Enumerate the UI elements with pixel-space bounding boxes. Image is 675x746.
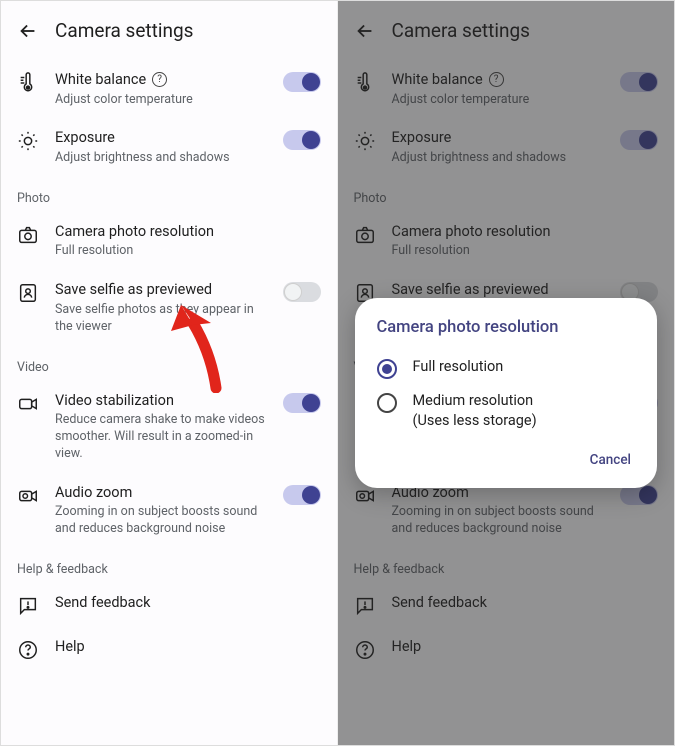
photo-resolution-sub: Full resolution <box>55 243 321 260</box>
radio-icon[interactable] <box>377 393 397 413</box>
page-title: Camera settings <box>55 19 193 42</box>
white-balance-sub: Adjust color temperature <box>55 92 269 109</box>
photo-resolution-dialog: Camera photo resolution Full resolution … <box>355 298 658 488</box>
radio-medium-label: Medium resolution (Uses less storage) <box>413 391 537 430</box>
help-circle-icon <box>17 637 41 661</box>
row-audio-zoom[interactable]: Audio zoom Zooming in on subject boosts … <box>1 473 337 548</box>
audio-zoom-toggle[interactable] <box>283 485 321 505</box>
section-help: Help & feedback <box>1 548 337 583</box>
video-stab-label: Video stabilization <box>55 391 174 411</box>
save-selfie-toggle[interactable] <box>283 282 321 302</box>
row-help[interactable]: Help <box>1 627 337 671</box>
video-stab-sub: Reduce camera shake to make videos smoot… <box>55 412 269 463</box>
radio-option-full[interactable]: Full resolution <box>377 351 640 385</box>
radio-full-label: Full resolution <box>413 357 504 377</box>
row-exposure[interactable]: Exposure Adjust brightness and shadows <box>1 118 337 176</box>
white-balance-toggle[interactable] <box>283 72 321 92</box>
row-send-feedback[interactable]: Send feedback <box>1 583 337 627</box>
radio-icon[interactable] <box>377 359 397 379</box>
back-arrow-icon[interactable] <box>17 20 39 42</box>
video-icon <box>17 391 41 415</box>
section-photo: Photo <box>1 177 337 212</box>
brightness-icon <box>17 128 41 152</box>
help-icon[interactable]: ? <box>152 72 167 87</box>
radio-option-medium[interactable]: Medium resolution (Uses less storage) <box>377 385 640 436</box>
cancel-button[interactable]: Cancel <box>582 446 639 474</box>
row-photo-resolution[interactable]: Camera photo resolution Full resolution <box>1 212 337 270</box>
header: Camera settings <box>1 1 337 60</box>
exposure-toggle[interactable] <box>283 130 321 150</box>
white-balance-label: White balance ? <box>55 70 269 90</box>
camera-icon <box>17 222 41 246</box>
audio-zoom-sub: Zooming in on subject boosts sound and r… <box>55 504 269 538</box>
save-selfie-label: Save selfie as previewed <box>55 280 212 300</box>
row-video-stabilization[interactable]: Video stabilization Reduce camera shake … <box>1 381 337 473</box>
exposure-sub: Adjust brightness and shadows <box>55 150 269 167</box>
section-video: Video <box>1 346 337 381</box>
thermometer-icon <box>17 70 41 94</box>
selfie-icon <box>17 280 41 304</box>
exposure-label: Exposure <box>55 128 115 148</box>
photo-resolution-label: Camera photo resolution <box>55 222 214 242</box>
settings-panel-left: Camera settings White balance ? Adjust c… <box>1 1 338 745</box>
audio-zoom-icon <box>17 483 41 507</box>
video-stab-toggle[interactable] <box>283 393 321 413</box>
audio-zoom-label: Audio zoom <box>55 483 132 503</box>
row-white-balance[interactable]: White balance ? Adjust color temperature <box>1 60 337 118</box>
feedback-icon <box>17 593 41 617</box>
row-save-selfie[interactable]: Save selfie as previewed Save selfie pho… <box>1 270 337 345</box>
dialog-title: Camera photo resolution <box>377 318 640 337</box>
save-selfie-sub: Save selfie photos as they appear in the… <box>55 302 269 336</box>
settings-panel-right: Camera settings White balance ? Adjust c… <box>338 1 675 745</box>
help-label: Help <box>55 637 85 657</box>
send-feedback-label: Send feedback <box>55 593 150 613</box>
